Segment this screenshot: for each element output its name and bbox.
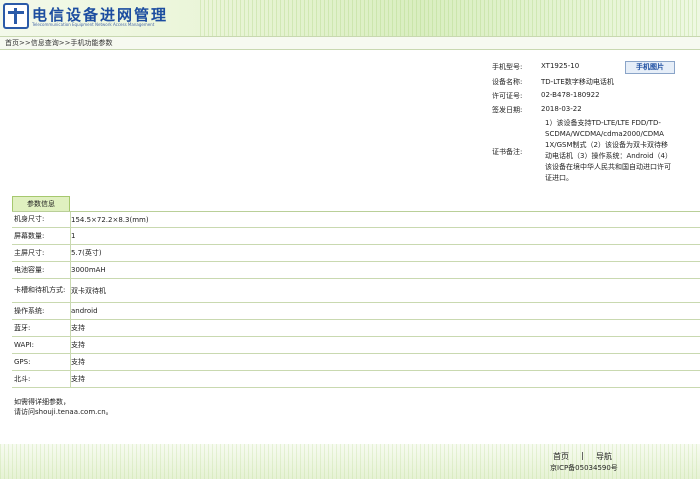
- param-key: 蓝牙:: [12, 320, 71, 336]
- param-key: 北斗:: [12, 371, 71, 387]
- site-logo-icon[interactable]: [3, 3, 29, 29]
- model-value: XT1925-10: [541, 62, 580, 70]
- phone-photo-button[interactable]: 手机图片: [625, 61, 675, 74]
- icp-record: 京ICP备05034590号: [550, 464, 618, 472]
- remark-value: 1）该设备支持TD-LTE/LTE FDD/TD-SCDMA/WCDMA/cdm…: [545, 119, 672, 182]
- detail-note-line1: 如需得详细参数，: [14, 398, 70, 406]
- footer-separator: |: [581, 451, 584, 460]
- param-value: 支持: [71, 324, 85, 332]
- table-row: 主屏尺寸: 5.7(英寸): [12, 245, 700, 262]
- footer-nav-link[interactable]: 导航: [596, 451, 612, 462]
- param-key: GPS:: [12, 354, 71, 370]
- breadcrumb: 首页>>信息查询>>手机功能参数: [0, 36, 700, 50]
- params-table: 机身尺寸: 154.5×72.2×8.3(mm) 屏幕数量: 1 主屏尺寸: 5…: [12, 211, 700, 388]
- site-subtitle: Telecommunication Equipment Network Acce…: [32, 22, 155, 27]
- table-row: 卡槽和待机方式: 双卡双待机: [12, 279, 700, 303]
- param-value: 154.5×72.2×8.3(mm): [71, 215, 149, 224]
- table-row: WAPI: 支持: [12, 337, 700, 354]
- table-row: 屏幕数量: 1: [12, 228, 700, 245]
- model-label: 手机型号:: [492, 63, 523, 71]
- param-key: WAPI:: [12, 337, 71, 353]
- param-value: 支持: [71, 375, 85, 383]
- site-header: 电信设备进网管理 Telecommunication Equipment Net…: [0, 0, 700, 36]
- site-footer: [0, 444, 700, 479]
- param-key: 机身尺寸:: [12, 212, 71, 227]
- param-value: 3000mAH: [71, 266, 106, 274]
- param-key: 电池容量:: [12, 262, 71, 278]
- table-row: 北斗: 支持: [12, 371, 700, 388]
- footer-decoration: [0, 444, 700, 479]
- param-value: 支持: [71, 341, 85, 349]
- table-row: 电池容量: 3000mAH: [12, 262, 700, 279]
- table-row: 操作系统: android: [12, 303, 700, 320]
- tab-params-info[interactable]: 参数信息: [12, 196, 70, 211]
- device-name-label: 设备名称:: [492, 78, 523, 86]
- param-value: 1: [71, 232, 76, 240]
- param-value: 双卡双待机: [71, 286, 106, 295]
- param-value: 支持: [71, 358, 85, 366]
- remark-label: 证书备注:: [492, 148, 523, 156]
- footer-home-link[interactable]: 首页: [553, 451, 569, 462]
- detail-note-line2: 请访问shouji.tenaa.com.cn。: [14, 408, 113, 416]
- table-row: 机身尺寸: 154.5×72.2×8.3(mm): [12, 212, 700, 228]
- param-key: 屏幕数量:: [12, 228, 71, 244]
- header-decoration: [200, 0, 700, 36]
- param-key: 主屏尺寸:: [12, 245, 71, 261]
- issue-date-label: 签发日期:: [492, 106, 523, 114]
- license-label: 许可证号:: [492, 92, 523, 100]
- license-value: 02-B478-180922: [541, 91, 600, 99]
- param-key: 卡槽和待机方式:: [12, 279, 71, 302]
- param-value: android: [71, 307, 98, 315]
- issue-date-value: 2018-03-22: [541, 105, 582, 113]
- table-row: 蓝牙: 支持: [12, 320, 700, 337]
- table-row: GPS: 支持: [12, 354, 700, 371]
- breadcrumb-text[interactable]: 首页>>信息查询>>手机功能参数: [5, 38, 112, 48]
- device-name-value: TD-LTE数字移动电话机: [541, 78, 614, 86]
- param-value: 5.7(英寸): [71, 249, 102, 257]
- param-key: 操作系统:: [12, 303, 71, 319]
